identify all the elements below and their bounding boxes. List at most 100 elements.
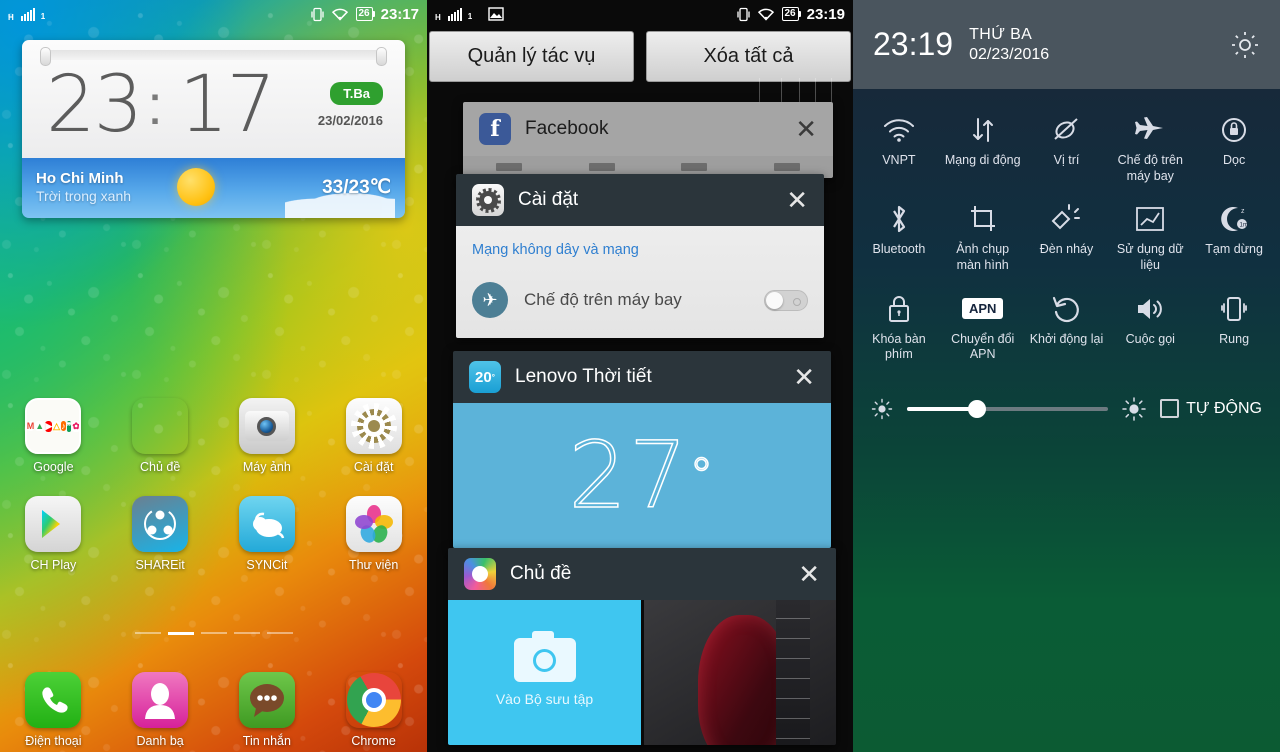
theme-gallery-tile[interactable]: Vào Bộ sưu tập: [448, 600, 641, 745]
clock-hours: 23: [46, 60, 143, 150]
qs-tile-restart[interactable]: Khởi động lại: [1025, 284, 1109, 373]
recent-card-themes[interactable]: Chủ đề ✕ Vào Bộ sưu tập: [448, 548, 836, 745]
close-icon[interactable]: ✕: [798, 561, 820, 587]
page-dot-active[interactable]: [167, 632, 194, 635]
camera-icon: [513, 631, 576, 682]
vibrate-icon: [310, 7, 324, 22]
qs-tile-bluetooth[interactable]: Bluetooth: [857, 194, 941, 283]
page-dot[interactable]: [134, 632, 161, 634]
page-indicator[interactable]: [0, 632, 427, 635]
app-icon-play-store[interactable]: CH Play: [0, 496, 107, 572]
app-icon-settings[interactable]: Cài đặt: [320, 398, 427, 474]
day-badge: T.Ba: [330, 82, 383, 105]
brightness-low-icon: [871, 398, 893, 420]
screenshot-icon: [943, 198, 1023, 240]
card-preview: 27 °: [453, 403, 831, 548]
qs-tile-label: VNPT: [882, 153, 916, 167]
restart-icon: [1027, 288, 1107, 330]
qs-tile-keyguard[interactable]: Khóa bàn phím: [857, 284, 941, 373]
app-icon-shareit[interactable]: SHAREit: [107, 496, 214, 572]
app-icon-camera[interactable]: Máy ảnh: [214, 398, 321, 474]
app-label: Thư viện: [348, 558, 399, 572]
weather-widget[interactable]: Ho Chi Minh Trời trong xanh 33/23℃: [22, 158, 405, 218]
clock-colon: :: [147, 73, 163, 136]
weather-temperature: 33/23℃: [322, 176, 391, 198]
quick-settings-panel: 23:19 THỨ BA 02/23/2016 VNPT Mạng di độn…: [853, 0, 1280, 752]
auto-brightness-toggle[interactable]: TỰ ĐỘNG: [1160, 399, 1262, 419]
qs-tile-location[interactable]: Vị trí: [1025, 105, 1109, 194]
brightness-slider-thumb[interactable]: [968, 399, 987, 418]
app-label: Google: [33, 460, 74, 474]
qs-tile-wifi[interactable]: VNPT: [857, 105, 941, 194]
theme-preview-tile[interactable]: [644, 600, 836, 745]
qs-clock: 23:19: [873, 26, 954, 62]
settings-section-header: Mạng không dây và mạng: [472, 242, 639, 258]
dock-icon-messages[interactable]: Tin nhắn: [214, 672, 321, 748]
card-header: f Facebook ✕: [463, 102, 833, 156]
page-dot[interactable]: [200, 632, 227, 634]
play-store-icon: [25, 496, 82, 552]
status-bar-clock: 23:19: [806, 5, 845, 23]
auto-brightness-checkbox[interactable]: [1160, 399, 1180, 419]
app-icon-syncit[interactable]: SYNCit: [214, 496, 321, 572]
google-folder-icon: GM▲ ▶△♪ ❞✿G: [25, 398, 82, 454]
task-manager-button[interactable]: Quản lý tác vụ: [429, 31, 634, 82]
app-icon-gallery[interactable]: Thư viện: [320, 496, 427, 572]
clock-widget[interactable]: 23 : 17 T.Ba 23/02/2016: [22, 40, 405, 158]
clear-all-button[interactable]: Xóa tất cả: [646, 31, 851, 82]
vibrate-icon: [736, 7, 750, 22]
page-dot[interactable]: [233, 632, 260, 634]
app-icon-google[interactable]: GM▲ ▶△♪ ❞✿G Google: [0, 398, 107, 474]
qs-tile-vibrate[interactable]: Rung: [1192, 284, 1276, 373]
qs-tile-label: Bluetooth: [872, 242, 926, 257]
brightness-slider[interactable]: [907, 399, 1109, 418]
close-icon[interactable]: ✕: [795, 116, 817, 142]
qs-tile-label: Đèn nháy: [1039, 242, 1094, 257]
close-icon[interactable]: ✕: [786, 187, 808, 213]
weather-temp-value: 27: [568, 421, 690, 530]
status-bar-left: H 1: [8, 7, 45, 22]
gear-icon[interactable]: [1230, 30, 1260, 60]
weather-text: Ho Chi Minh Trời trong xanh: [36, 170, 131, 204]
qs-tile-rotation[interactable]: Dọc: [1192, 105, 1276, 194]
card-header: Chủ đề ✕: [448, 548, 836, 600]
qs-tile-label: Khóa bàn phím: [872, 331, 926, 362]
dock-icon-contacts[interactable]: Danh bạ: [107, 672, 214, 748]
page-dot[interactable]: [266, 632, 293, 634]
home-dock: Điện thoại Danh bạ Tin nhắn Chrome: [0, 672, 427, 752]
app-label: Cài đặt: [353, 460, 394, 474]
card-title: Facebook: [525, 118, 609, 139]
recent-card-settings[interactable]: Cài đặt ✕ Mạng không dây và mạng ✈ Chế đ…: [456, 174, 824, 338]
dock-icon-phone[interactable]: Điện thoại: [0, 672, 107, 748]
qs-tile-screenshot[interactable]: Ảnh chụp màn hình: [941, 194, 1025, 283]
card-header: Cài đặt ✕: [456, 174, 824, 226]
clock-weather-widget[interactable]: 23 : 17 T.Ba 23/02/2016 Ho Chi Minh Trời…: [22, 40, 405, 218]
qs-tile-flashlight[interactable]: Đèn nháy: [1025, 194, 1109, 283]
weather-condition: Trời trong xanh: [36, 188, 132, 204]
app-label: CH Play: [30, 558, 77, 572]
settings-gear-icon: [345, 398, 402, 454]
syncit-cloud-icon: [238, 496, 295, 552]
settings-row-airplane[interactable]: ✈ Chế độ trên máy bay: [456, 272, 824, 338]
brightness-slider-fill: [907, 406, 978, 411]
qs-row-1: VNPT Mạng di động Vị trí Chế độ trên máy…: [857, 105, 1276, 194]
qs-tile-dnd[interactable]: z 1m Tạm dừng: [1192, 194, 1276, 283]
qs-tile-airplane[interactable]: Chế độ trên máy bay: [1108, 105, 1192, 194]
airplane-mode-toggle[interactable]: [764, 289, 808, 311]
qs-tile-call-volume[interactable]: Cuộc gọi: [1108, 284, 1192, 373]
clock-meta: T.Ba 23/02/2016: [318, 82, 391, 128]
quick-settings-tiles: VNPT Mạng di động Vị trí Chế độ trên máy…: [853, 89, 1280, 373]
qs-tile-mobile-data[interactable]: Mạng di động: [941, 105, 1025, 194]
card-title: Cài đặt: [518, 189, 579, 210]
recent-card-weather[interactable]: 20 ° Lenovo Thời tiết ✕ 27 °: [453, 351, 831, 548]
recent-card-facebook[interactable]: f Facebook ✕: [463, 102, 833, 178]
dock-icon-chrome[interactable]: Chrome: [320, 672, 427, 748]
qs-tile-label: Ảnh chụp màn hình: [956, 242, 1010, 272]
app-icon-themes[interactable]: Chủ đề: [107, 398, 214, 474]
qs-tile-apn[interactable]: APN Chuyển đổi APN: [941, 284, 1025, 373]
recents-status-bar: H 1 26 23:19: [427, 0, 853, 28]
chrome-icon: [346, 672, 402, 728]
status-bar-clock: 23:17: [380, 5, 419, 23]
qs-tile-data-usage[interactable]: Sử dụng dữ liệu: [1108, 194, 1192, 283]
close-icon[interactable]: ✕: [793, 364, 815, 390]
